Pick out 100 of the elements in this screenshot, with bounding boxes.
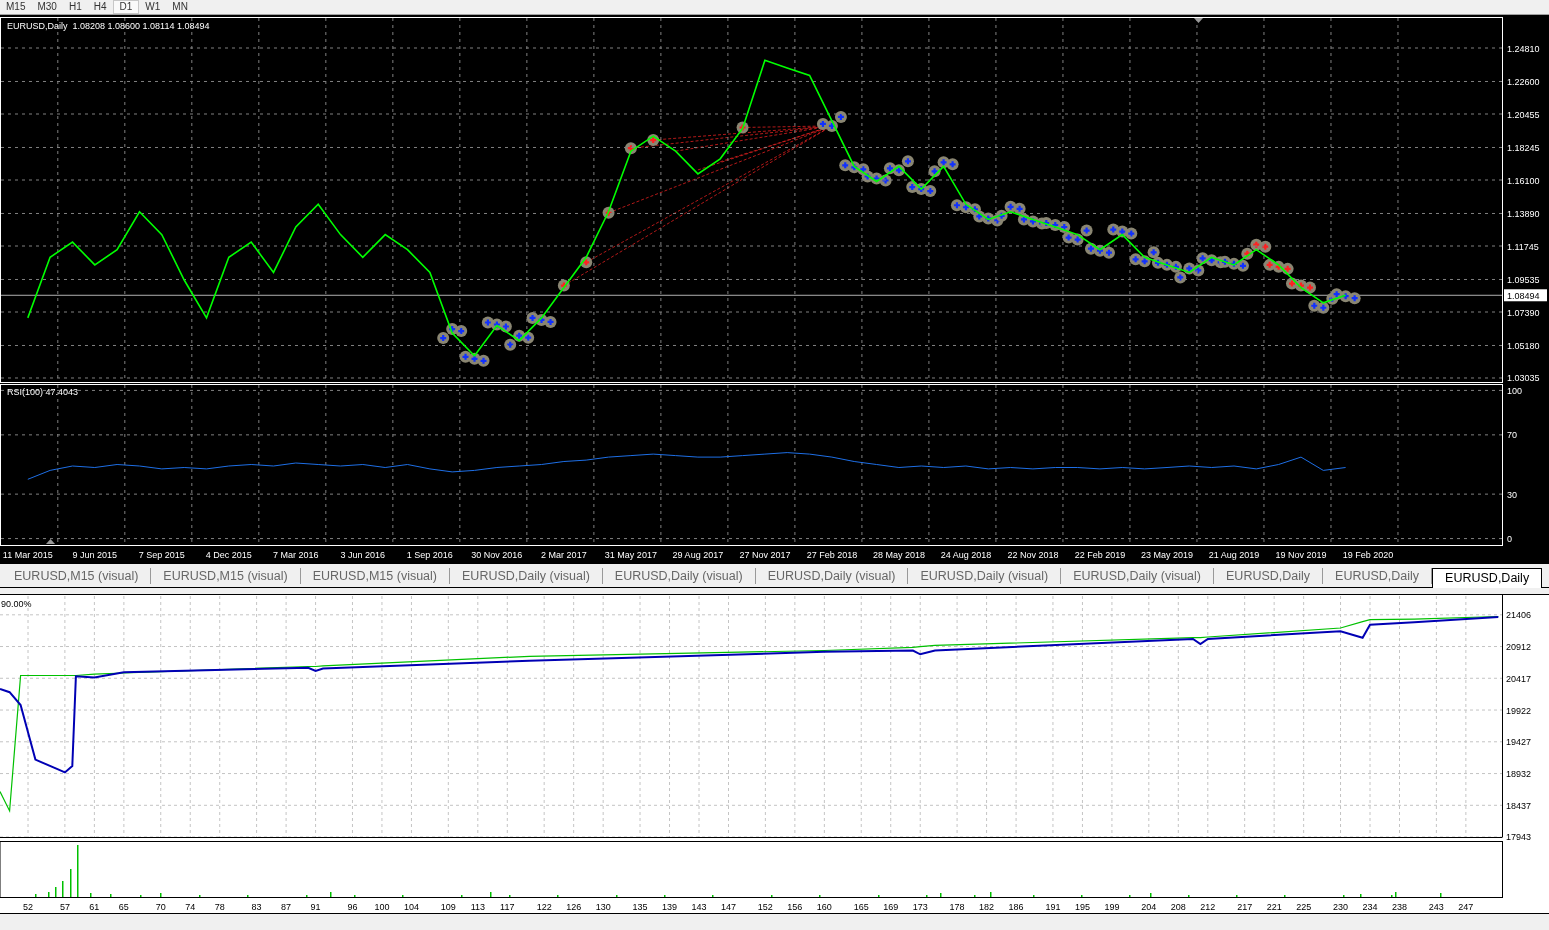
date-axis-label: 27 Feb 2018 (806, 550, 858, 560)
rsi-axis-label: 100 (1507, 385, 1523, 396)
trade-axis-label: 139 (662, 902, 678, 912)
timeframe-button[interactable]: MN (166, 0, 194, 14)
date-axis-label: 19 Nov 2019 (1275, 550, 1327, 560)
trade-axis-label: 182 (979, 902, 995, 912)
timeframe-button[interactable]: M30 (31, 0, 63, 14)
price-axis-label: 1.07390 (1507, 307, 1540, 318)
trade-axis-label: 165 (853, 902, 869, 912)
trade-axis-label: 191 (1045, 902, 1061, 912)
trade-axis-label: 143 (691, 902, 707, 912)
date-axis-label: 21 Aug 2019 (1208, 550, 1260, 560)
price-axis-label: 1.03035 (1507, 373, 1540, 383)
chart-tab[interactable]: EURUSD,M15 (visual) (300, 568, 451, 584)
trade-axis-label: 87 (281, 902, 292, 912)
trade-axis-label: 243 (1428, 902, 1444, 912)
date-axis-label: 4 Dec 2015 (205, 550, 252, 560)
price-axis-label: 1.11745 (1507, 241, 1539, 252)
equity-axis-label: 21406 (1506, 610, 1532, 621)
trade-axis-label: 221 (1266, 902, 1282, 912)
price-axis-label: 1.18245 (1507, 143, 1540, 153)
trade-axis-label: 247 (1458, 902, 1474, 912)
trade-axis-label: 225 (1296, 902, 1312, 912)
price-axis-label: 1.20455 (1507, 109, 1540, 120)
percent-label: 90.00% (1, 599, 32, 609)
trade-axis-label: 147 (721, 902, 737, 912)
trade-axis-label: 160 (816, 902, 832, 912)
trade-axis-label: 238 (1392, 902, 1407, 912)
chart-title: EURUSD,Daily 1.08208 1.08600 1.08114 1.08494 (7, 21, 210, 31)
trade-axis-label: 173 (912, 902, 928, 912)
trade-axis-label: 65 (118, 902, 129, 912)
date-axis-label: 31 May 2017 (604, 550, 657, 560)
timeframe-button[interactable]: W1 (139, 0, 167, 14)
equity-axis-label: 17943 (1506, 832, 1532, 842)
trade-axis-label: 109 (440, 902, 456, 912)
chart-tab[interactable]: EURUSD,Daily (visual) (908, 568, 1062, 584)
trade-axis-label: 70 (155, 902, 166, 912)
trade-axis-label: 152 (757, 902, 773, 912)
equity-axis-label: 20417 (1506, 673, 1532, 684)
current-price-label: 1.08494 (1504, 289, 1547, 302)
chart-tab[interactable]: EURUSD,M15 (visual) (151, 568, 301, 584)
indicator-title: RSI(100) 47.4043 (7, 387, 79, 397)
trade-axis-label: 57 (59, 902, 70, 912)
shift-marker-icon[interactable] (1194, 18, 1203, 23)
timeframe-button[interactable]: H1 (62, 0, 88, 14)
date-axis-label: 9 Jun 2015 (72, 550, 118, 560)
date-axis-label: 1 Sep 2016 (406, 550, 453, 560)
equity-axis-label: 18437 (1506, 800, 1532, 811)
date-axis-label: 24 Aug 2018 (940, 550, 992, 560)
equity-axis-label: 20912 (1506, 642, 1532, 652)
date-axis-label: 22 Nov 2018 (1007, 550, 1059, 560)
price-axis-label: 1.09535 (1507, 275, 1540, 285)
date-axis-label: 29 Aug 2017 (672, 550, 724, 560)
trade-axis-label: 212 (1200, 902, 1216, 912)
timeframe-button[interactable]: H4 (87, 0, 113, 14)
rsi-axis-label: 30 (1507, 489, 1517, 500)
chart-tab[interactable]: EURUSD,Daily (visual) (602, 568, 756, 584)
trade-axis-label: 178 (949, 902, 965, 912)
price-axis-label: 1.22600 (1507, 77, 1540, 87)
chart-tab[interactable]: EURUSD,Daily (visual) (755, 568, 909, 584)
timeframe-button[interactable]: D1 (112, 0, 140, 14)
chart-tab[interactable]: EURUSD,Daily (1214, 568, 1324, 584)
date-axis-label: 2 Mar 2017 (541, 550, 587, 560)
trade-axis-label: 91 (310, 902, 321, 912)
trade-axis-label: 186 (1008, 902, 1024, 912)
date-axis-label: 19 Feb 2020 (1342, 550, 1394, 560)
date-axis-label: 3 Jun 2016 (340, 550, 386, 560)
chart-tab[interactable]: EURUSD,Daily (visual) (450, 568, 603, 584)
date-axis-label: 27 Nov 2017 (739, 550, 791, 560)
trade-axis-label: 100 (374, 902, 390, 912)
trade-axis-label: 130 (595, 902, 611, 912)
trade-axis-label: 117 (500, 902, 515, 912)
chart-tab[interactable]: EURUSD,Daily (visual) (1061, 568, 1214, 584)
trade-axis-label: 169 (883, 902, 899, 912)
chart-tab[interactable]: EURUSD,Daily (1432, 568, 1543, 588)
date-axis-label: 7 Mar 2016 (273, 550, 319, 560)
chart-tab[interactable]: EURUSD,M15 (visual) (2, 568, 152, 584)
date-axis-label: 7 Sep 2015 (138, 550, 185, 560)
trade-axis-label: 204 (1141, 902, 1157, 912)
trade-axis-label: 113 (470, 902, 485, 912)
price-axis-label: 1.05180 (1507, 341, 1540, 351)
shift-marker-icon[interactable] (46, 539, 55, 544)
rsi-axis-label: 70 (1507, 430, 1517, 441)
trade-axis-label: 78 (214, 902, 225, 912)
trade-axis-label: 217 (1237, 902, 1253, 912)
price-axis-label: 1.16100 (1507, 175, 1540, 186)
trade-axis-label: 74 (185, 902, 196, 912)
rsi-axis-label: 0 (1507, 534, 1512, 545)
trade-axis-label: 52 (23, 902, 34, 912)
timeframe-button[interactable]: M15 (0, 0, 32, 14)
trade-axis-label: 234 (1362, 902, 1378, 912)
trade-axis-label: 230 (1333, 902, 1349, 912)
trade-axis-label: 135 (632, 902, 648, 912)
trade-axis-label: 156 (787, 902, 803, 912)
trade-axis-label: 208 (1170, 902, 1186, 912)
trade-axis-label: 199 (1104, 902, 1120, 912)
price-axis-label: 1.24810 (1507, 43, 1540, 54)
equity-axis-label: 18932 (1506, 769, 1532, 780)
trade-axis-label: 96 (347, 902, 358, 912)
trade-axis-label: 126 (566, 902, 582, 912)
